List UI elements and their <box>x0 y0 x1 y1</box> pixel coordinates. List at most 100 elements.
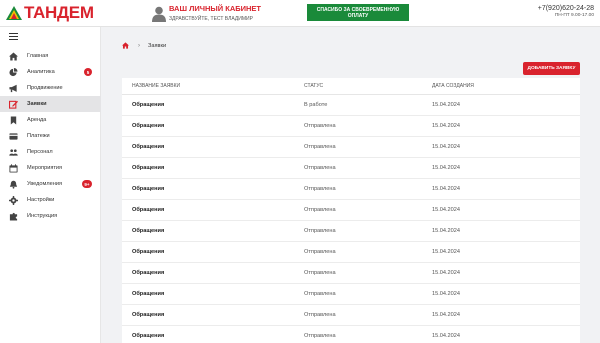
table-row[interactable]: Обращения Отправлена 15.04.2024 <box>122 263 580 284</box>
logo-text: ТАНДЕМ <box>24 3 94 22</box>
request-date: 15.04.2024 <box>432 186 460 192</box>
requests-table: НАЗВАНИЕ ЗАЯВКИ СТАТУС ДАТА СОЗДАНИЯ Обр… <box>122 78 580 343</box>
table-row[interactable]: Обращения Отправлена 15.04.2024 <box>122 284 580 305</box>
request-date: 15.04.2024 <box>432 312 460 318</box>
logo[interactable]: ТАНДЕМ <box>6 4 94 22</box>
sidebar-item-label: Настройки <box>27 197 55 203</box>
table-row[interactable]: Обращения Отправлена 15.04.2024 <box>122 326 580 343</box>
contact-info: +7(920)620-24-28 ПН-ПТ 9.00-17.00 <box>538 5 594 18</box>
cabinet-title: ВАШ ЛИЧНЫЙ КАБИНЕТ <box>169 4 262 13</box>
sidebar-item-bookmark[interactable]: Аренда <box>0 112 101 128</box>
hamburger-menu-icon[interactable] <box>9 33 18 41</box>
request-status: Отправлена <box>304 270 336 276</box>
request-status: Отправлена <box>304 165 336 171</box>
notification-badge: 5 <box>84 68 92 76</box>
sidebar-item-card[interactable]: Платежи <box>0 128 101 144</box>
request-name[interactable]: Обращения <box>132 228 164 234</box>
sidebar-item-bell[interactable]: Уведомления 9+ <box>0 176 101 192</box>
sidebar-item-gear[interactable]: Настройки <box>0 192 101 208</box>
sidebar-item-puzzle[interactable]: Инструкция <box>0 208 101 224</box>
sidebar-item-pie-chart[interactable]: Аналитика 5 <box>0 64 101 80</box>
calendar-icon <box>9 163 18 173</box>
table-row[interactable]: Обращения Отправлена 15.04.2024 <box>122 158 580 179</box>
working-hours: ПН-ПТ 9.00-17.00 <box>554 13 594 18</box>
request-date: 15.04.2024 <box>432 207 460 213</box>
request-status: В работе <box>304 102 328 108</box>
bookmark-icon <box>9 115 18 125</box>
column-header-name[interactable]: НАЗВАНИЕ ЗАЯВКИ <box>132 83 180 89</box>
sidebar-item-label: Персонал <box>27 149 53 155</box>
request-name[interactable]: Обращения <box>132 270 164 276</box>
sidebar-item-label: Продвижение <box>27 85 63 91</box>
sidebar-item-label: Уведомления <box>27 181 62 187</box>
request-status: Отправлена <box>304 144 336 150</box>
request-name[interactable]: Обращения <box>132 312 164 318</box>
table-row[interactable]: Обращения Отправлена 15.04.2024 <box>122 200 580 221</box>
add-request-button[interactable]: ДОБАВИТЬ ЗАЯВКУ <box>523 62 580 75</box>
notification-badge: 9+ <box>82 180 92 188</box>
thanks-button[interactable]: СПАСИБО ЗА СВОЕВРЕМЕННУЮ ОПЛАТУ <box>307 4 409 21</box>
request-name[interactable]: Обращения <box>132 144 164 150</box>
sidebar-nav: Главная Аналитика 5 Продвижение Заявки Аренда… <box>0 48 101 224</box>
sidebar-item-people[interactable]: Персонал <box>0 144 101 160</box>
home-icon[interactable] <box>122 42 129 49</box>
request-status: Отправлена <box>304 123 336 129</box>
request-name[interactable]: Обращения <box>132 123 164 129</box>
request-name[interactable]: Обращения <box>132 291 164 297</box>
breadcrumb: › Заявки <box>122 42 166 49</box>
edit-icon <box>9 100 18 109</box>
request-status: Отправлена <box>304 249 336 255</box>
sidebar-item-label: Главная <box>27 53 49 59</box>
request-status: Отправлена <box>304 207 336 213</box>
table-body: Обращения В работе 15.04.2024 Обращения Отпр… <box>122 95 580 343</box>
request-status: Отправлена <box>304 333 336 339</box>
sidebar-item-home[interactable]: Главная <box>0 48 101 64</box>
user-icon <box>152 6 166 22</box>
request-name[interactable]: Обращения <box>132 207 164 213</box>
user-cabinet[interactable]: ВАШ ЛИЧНЫЙ КАБИНЕТ ЗДРАВСТВУЙТЕ, ТЕСТ ВЛ… <box>152 5 261 23</box>
request-status: Отправлена <box>304 228 336 234</box>
sidebar-item-calendar[interactable]: Мероприятия <box>0 160 101 176</box>
sidebar-item-label: Аналитика <box>27 69 55 75</box>
gear-icon <box>9 195 18 205</box>
request-date: 15.04.2024 <box>432 270 460 276</box>
top-header: ТАНДЕМ ВАШ ЛИЧНЫЙ КАБИНЕТ ЗДРАВСТВУЙТЕ, … <box>0 0 600 27</box>
sidebar: Главная Аналитика 5 Продвижение Заявки Аренда… <box>0 27 101 343</box>
table-row[interactable]: Обращения Отправлена 15.04.2024 <box>122 221 580 242</box>
request-name[interactable]: Обращения <box>132 102 164 108</box>
phone-number[interactable]: +7(920)620-24-28 <box>538 5 594 12</box>
table-row[interactable]: Обращения Отправлена 15.04.2024 <box>122 116 580 137</box>
request-status: Отправлена <box>304 186 336 192</box>
puzzle-icon <box>9 212 18 221</box>
sidebar-item-label: Аренда <box>27 117 47 123</box>
request-status: Отправлена <box>304 291 336 297</box>
table-row[interactable]: Обращения В работе 15.04.2024 <box>122 95 580 116</box>
table-row[interactable]: Обращения Отправлена 15.04.2024 <box>122 137 580 158</box>
request-date: 15.04.2024 <box>432 102 460 108</box>
table-row[interactable]: Обращения Отправлена 15.04.2024 <box>122 179 580 200</box>
card-icon <box>9 132 18 141</box>
user-greeting: ЗДРАВСТВУЙТЕ, ТЕСТ ВЛАДИМИР <box>169 16 253 22</box>
request-name[interactable]: Обращения <box>132 186 164 192</box>
megaphone-icon <box>9 84 18 93</box>
sidebar-item-megaphone[interactable]: Продвижение <box>0 80 101 96</box>
table-row[interactable]: Обращения Отправлена 15.04.2024 <box>122 305 580 326</box>
sidebar-item-edit[interactable]: Заявки <box>0 96 101 112</box>
home-icon <box>9 51 18 61</box>
chevron-right-icon: › <box>138 42 140 49</box>
request-name[interactable]: Обращения <box>132 165 164 171</box>
people-icon <box>9 148 18 157</box>
table-header: НАЗВАНИЕ ЗАЯВКИ СТАТУС ДАТА СОЗДАНИЯ <box>122 78 580 95</box>
sidebar-item-label: Платежи <box>27 133 50 139</box>
column-header-date[interactable]: ДАТА СОЗДАНИЯ <box>432 83 474 89</box>
logo-mark-icon <box>6 6 22 20</box>
request-date: 15.04.2024 <box>432 249 460 255</box>
column-header-status[interactable]: СТАТУС <box>304 83 323 89</box>
request-date: 15.04.2024 <box>432 144 460 150</box>
bell-icon <box>9 180 18 189</box>
table-row[interactable]: Обращения Отправлена 15.04.2024 <box>122 242 580 263</box>
request-name[interactable]: Обращения <box>132 249 164 255</box>
sidebar-item-label: Мероприятия <box>27 165 63 171</box>
request-name[interactable]: Обращения <box>132 333 164 339</box>
pie-chart-icon <box>9 67 18 77</box>
